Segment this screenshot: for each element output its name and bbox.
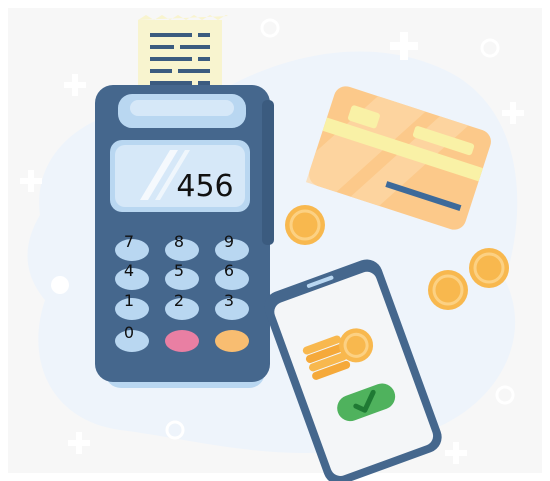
enter-key[interactable]	[215, 330, 249, 352]
keypad-key-label: 2	[174, 291, 184, 310]
keypad-key-label: 1	[124, 291, 134, 310]
keypad-key-label: 8	[174, 232, 184, 251]
circle-icon	[51, 276, 69, 294]
keypad-key-label: 3	[224, 291, 234, 310]
keypad-key-label: 7	[124, 232, 134, 251]
cancel-key[interactable]	[165, 330, 199, 352]
terminal-display-value: 456	[176, 169, 233, 204]
keypad-key-label: 0	[124, 323, 134, 342]
keypad-key-label: 6	[224, 261, 234, 280]
receipt-slot-inner	[130, 100, 234, 116]
keypad-key-label: 5	[174, 261, 184, 280]
illustration-canvas: 456 7 8 94 5 61 2 30	[8, 8, 542, 481]
terminal-side-grip	[262, 100, 274, 245]
keypad-key-label: 9	[224, 232, 234, 251]
card-terminal: 456 7 8 94 5 61 2 30	[95, 85, 274, 388]
keypad-key-label: 4	[124, 261, 134, 280]
payment-illustration: 456 7894561230	[0, 0, 550, 481]
